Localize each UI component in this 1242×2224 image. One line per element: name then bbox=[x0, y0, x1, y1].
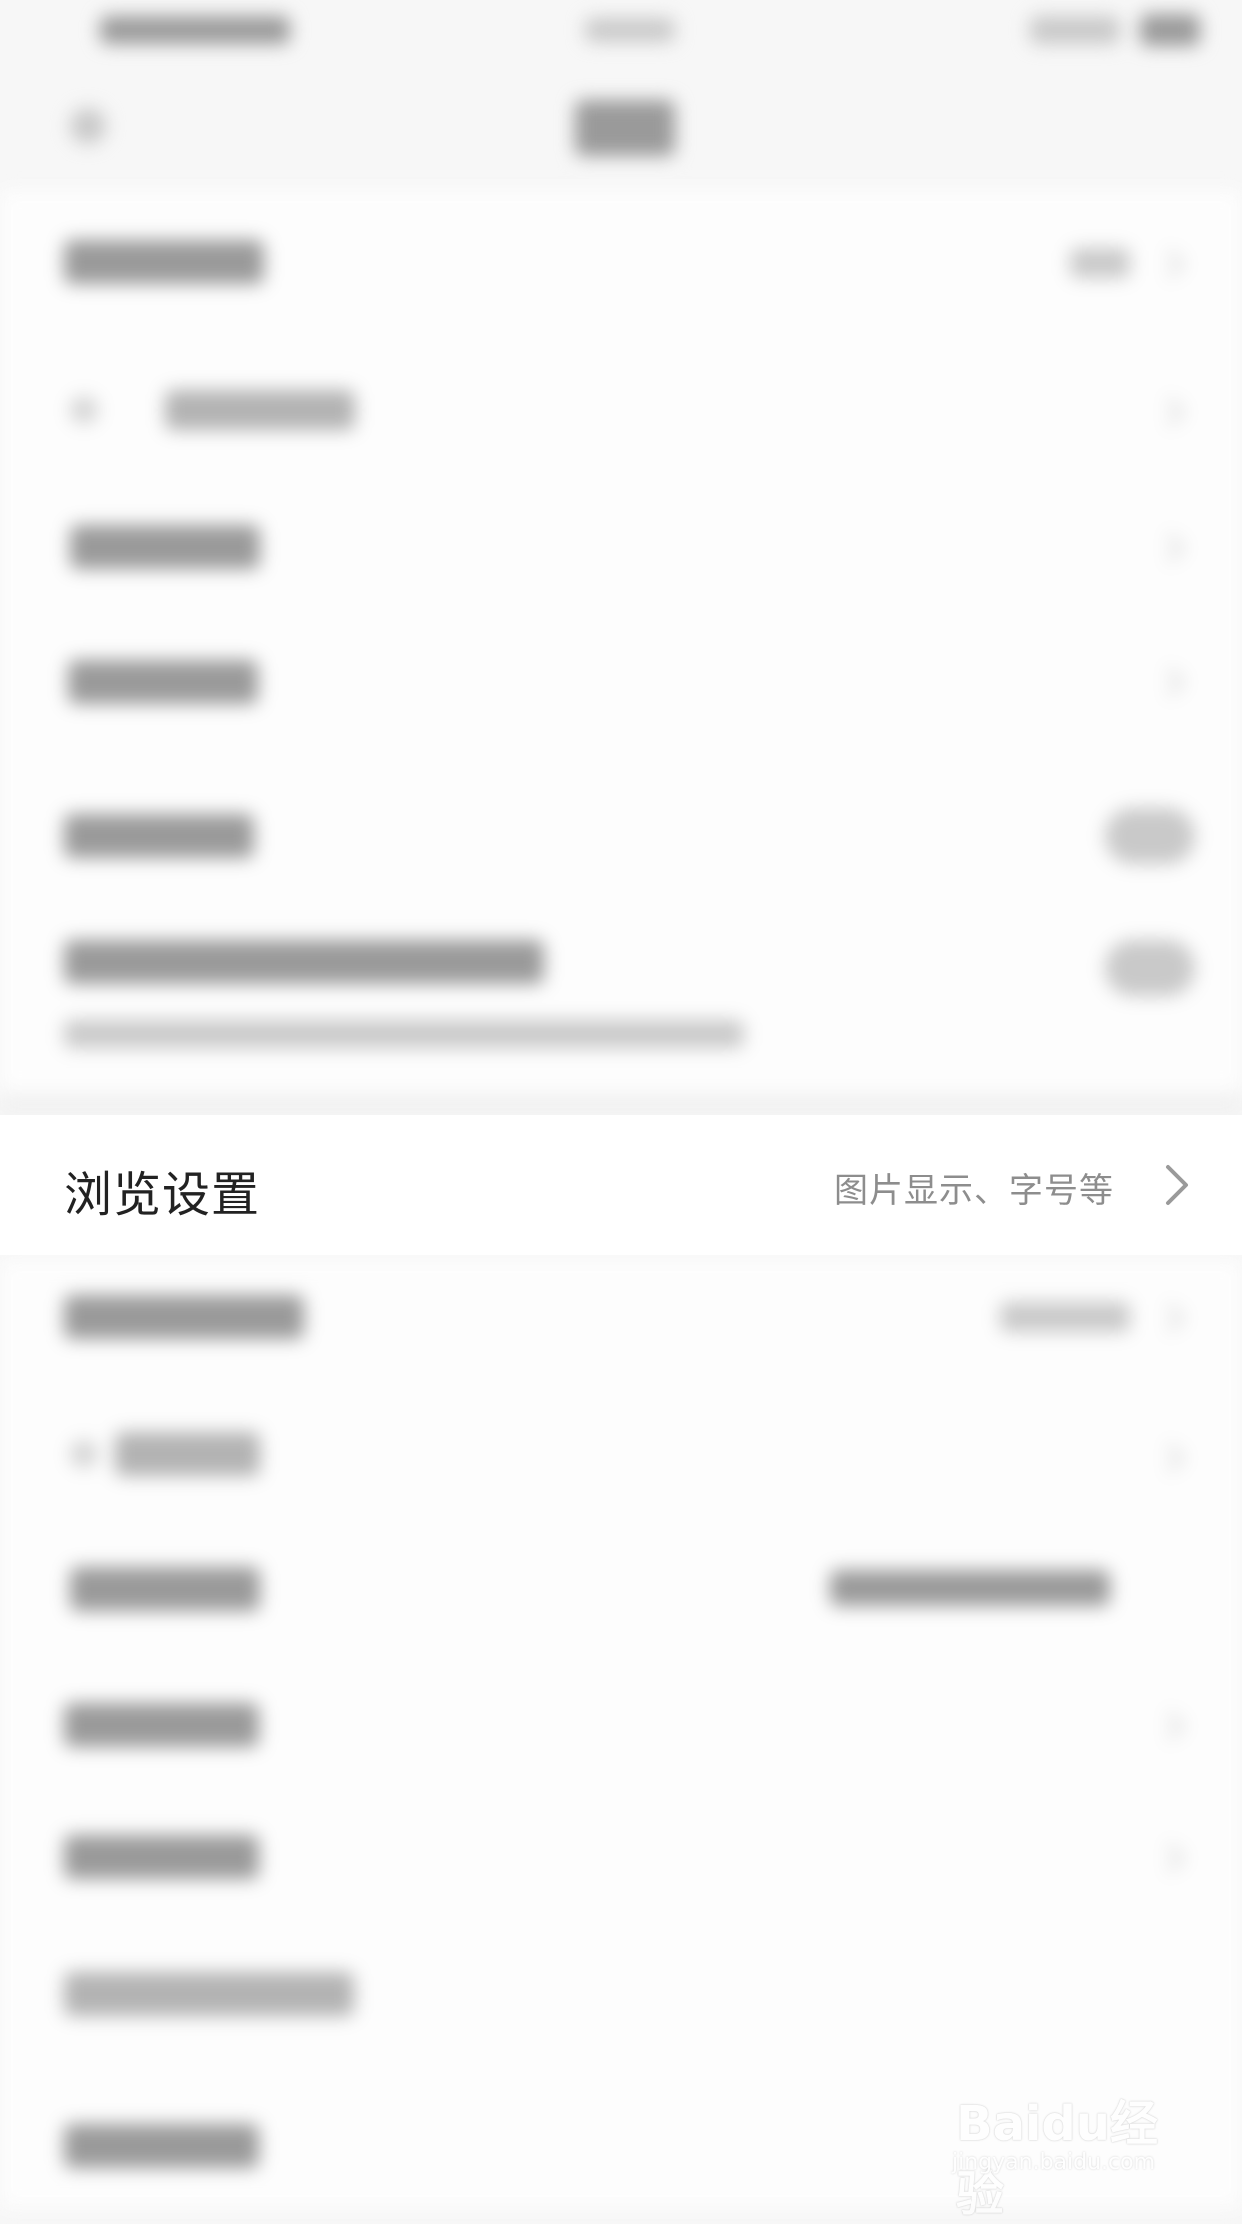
row-8-title-blur bbox=[64, 1295, 304, 1339]
row-8-value-blur bbox=[1000, 1302, 1130, 1332]
back-icon-blur bbox=[70, 108, 106, 144]
blurred-background bbox=[0, 0, 1242, 2208]
row-5-toggle-blur bbox=[1105, 808, 1195, 864]
row-9-title-blur bbox=[115, 1432, 260, 1476]
row-1-value-blur bbox=[1070, 248, 1130, 278]
status-center-blur bbox=[585, 18, 675, 42]
nav-title-blur bbox=[575, 100, 675, 156]
section-separator bbox=[0, 1098, 1242, 1112]
row-2-title-blur bbox=[165, 390, 355, 430]
row-5-title-blur bbox=[64, 814, 254, 858]
row-6-subtitle-blur bbox=[64, 1020, 744, 1048]
row-10-value-blur bbox=[830, 1570, 1110, 1606]
row-10-title-blur bbox=[70, 1567, 260, 1611]
baidu-jingyan-watermark: Baidu经验 jingyan.baidu.com bbox=[950, 2072, 1190, 2222]
battery-blur bbox=[1140, 14, 1200, 46]
status-time-blur bbox=[100, 16, 290, 44]
row-2-icon-blur bbox=[70, 396, 98, 424]
row-11-title-blur bbox=[64, 1703, 259, 1747]
watermark-url: jingyan.baidu.com bbox=[952, 2150, 1156, 2175]
row-13-title-blur bbox=[64, 1972, 354, 2016]
row-6-toggle-blur bbox=[1105, 940, 1195, 996]
row-6-title-blur bbox=[64, 940, 544, 984]
browse-settings-hint: 图片显示、字号等 bbox=[834, 1171, 1114, 1211]
row-9-icon-blur bbox=[70, 1440, 98, 1468]
row-12-title-blur bbox=[64, 1835, 259, 1879]
row-4-title-blur bbox=[68, 660, 258, 704]
browse-settings-row[interactable]: 浏览设置 图片显示、字号等 bbox=[0, 1115, 1242, 1255]
chevron-right-icon bbox=[1162, 1163, 1192, 1207]
browse-settings-title: 浏览设置 bbox=[64, 1167, 261, 1223]
row-14-title-blur bbox=[64, 2124, 259, 2168]
row-3-title-blur bbox=[70, 525, 260, 569]
row-1-title-blur bbox=[64, 240, 264, 284]
status-icons-blur bbox=[1030, 16, 1120, 44]
